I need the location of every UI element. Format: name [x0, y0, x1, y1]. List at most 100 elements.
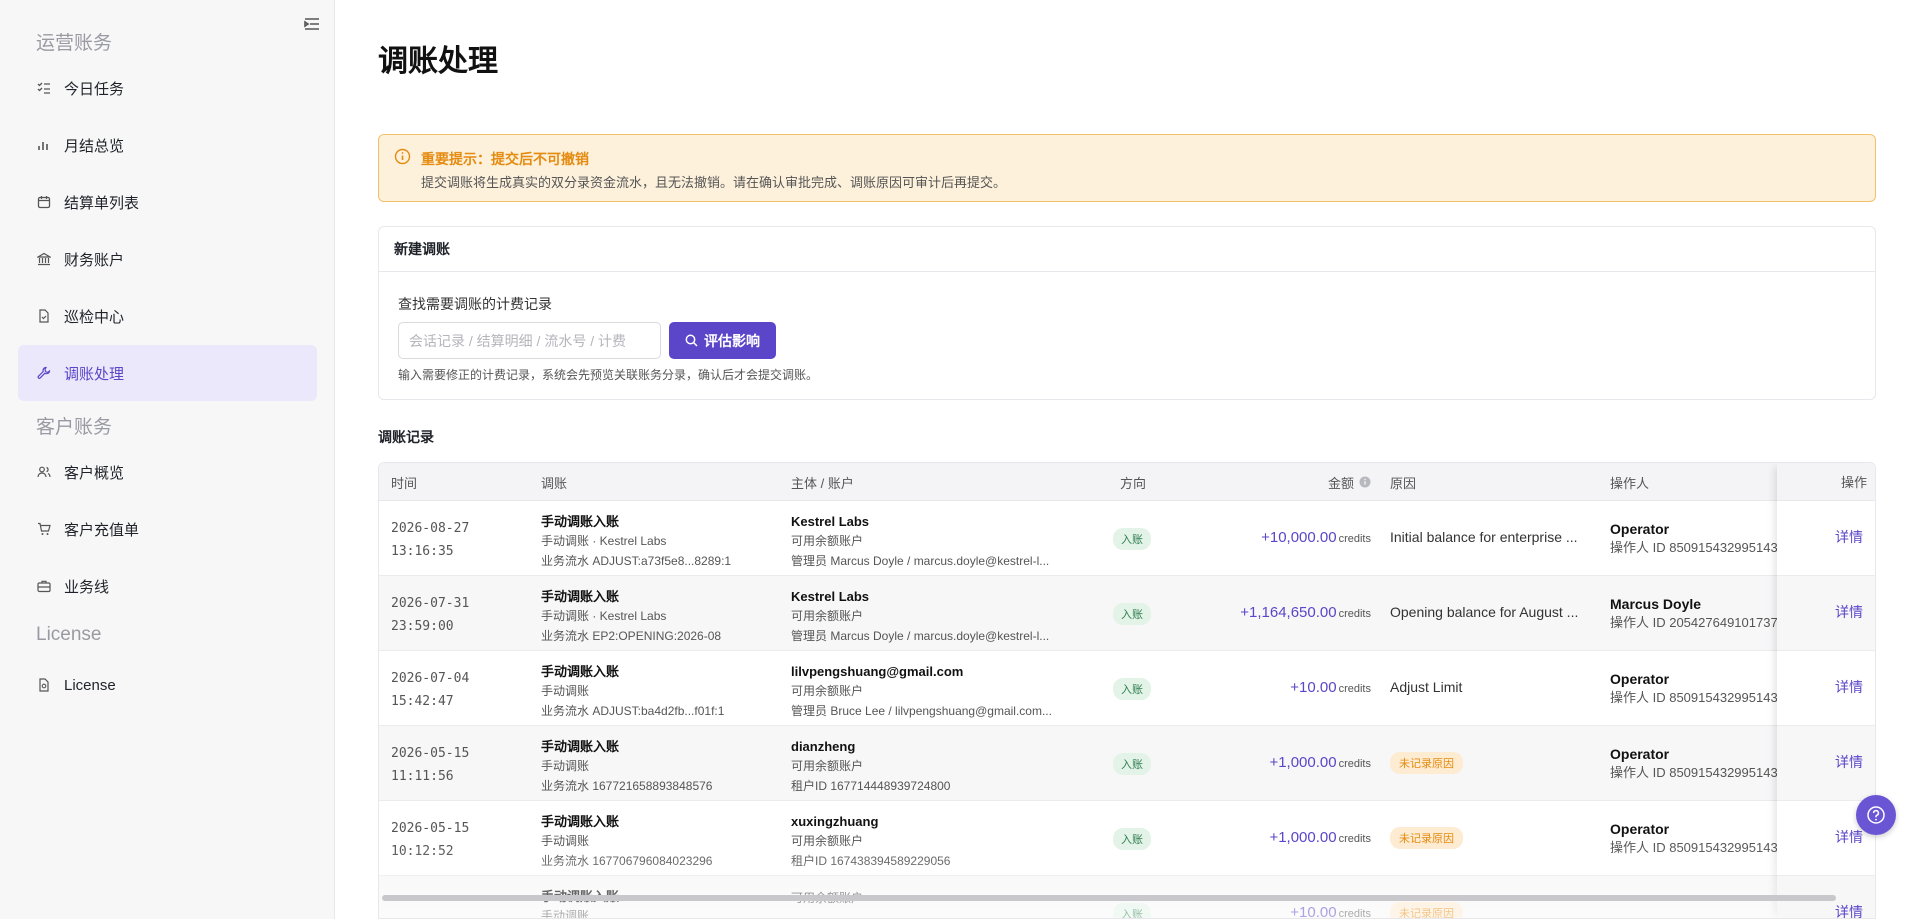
column-header-direction: 方向	[1120, 475, 1147, 491]
help-icon	[1866, 805, 1886, 825]
sidebar-item-label: 财务账户	[64, 251, 125, 269]
subject-cell: Kestrel Labs 可用余额账户 管理员 Marcus Doyle / mar…	[791, 589, 1050, 643]
table-row: 2026-08-27 13:16:35 手动调账入账 手动调账 · Kestrel …	[379, 501, 1875, 576]
time-cell: 2026-05-15 10:12:52	[391, 821, 470, 859]
adjustment-cell: 手动调账入账 手动调账 业务流水 167721658893848576	[541, 739, 713, 793]
search-icon	[685, 334, 698, 347]
adjustment-cell: 手动调账入账 手动调账 业务流水 167706796084023296	[541, 814, 713, 868]
details-link[interactable]: 详情	[1835, 527, 1863, 547]
table-header: 时间 调账 主体 / 账户 方向 金额 原因 操作人	[379, 463, 1875, 501]
info-circle-icon	[394, 148, 411, 170]
card-title: 新建调账	[379, 227, 1875, 272]
details-link[interactable]: 详情	[1835, 752, 1863, 772]
sidebar-item-business-lines[interactable]: 业务线	[18, 558, 317, 614]
amount-header-label: 金额	[1327, 475, 1354, 491]
sidebar-item-license[interactable]: License	[18, 657, 317, 713]
calendar-icon	[36, 194, 52, 210]
list-check-icon	[36, 80, 52, 96]
search-label: 查找需要调账的计费记录	[398, 296, 552, 312]
subject-cell: xuxingzhuang 可用余额账户 租户ID 16743839458922905…	[791, 814, 951, 868]
column-header-action: 操作	[1777, 463, 1875, 501]
amount-cell: +10,000.00 credits	[1261, 529, 1371, 546]
table-row: 2026-05-15 11:11:56 手动调账入账 手动调账 业务流水 167721…	[379, 726, 1875, 801]
column-header-adjustment: 调账	[541, 475, 568, 491]
direction-badge: 入账	[1113, 903, 1151, 918]
sidebar-item-label: 调账处理	[64, 365, 125, 383]
operator-cell: Marcus Doyle 操作人 ID 2054276491017379	[1610, 596, 1780, 630]
no-reason-badge: 未记录原因	[1390, 902, 1463, 918]
sidebar-item-label: 业务线	[64, 578, 110, 596]
direction-badge: 入账	[1113, 603, 1151, 625]
file-check-icon	[36, 308, 52, 324]
column-header-reason: 原因	[1390, 475, 1417, 491]
users-icon	[36, 464, 52, 480]
details-link[interactable]: 详情	[1835, 827, 1863, 847]
bar-chart-icon	[36, 137, 52, 153]
sidebar-item-customer-overview[interactable]: 客户概览	[18, 444, 317, 500]
warning-alert: 重要提示：提交后不可撤销 提交调账将生成真实的双分录资金流水，且无法撤销。请在确…	[378, 134, 1876, 202]
horizontal-scrollbar[interactable]	[382, 895, 1836, 901]
operator-cell: Operator 操作人 ID 8509154329951436	[1610, 671, 1780, 705]
adjustment-cell: 手动调账入账 手动调账 · Kestrel Labs 业务流水 ADJUST:a73…	[541, 514, 732, 568]
sidebar-item-label: 月结总览	[64, 137, 125, 155]
sidebar-item-statements[interactable]: 结算单列表	[18, 174, 317, 230]
license-file-icon	[36, 677, 52, 693]
sidebar-item-today-tasks[interactable]: 今日任务	[18, 60, 317, 116]
sidebar-item-adjustments[interactable]: 调账处理	[18, 345, 317, 401]
operator-cell: Operator 操作人 ID 8509154329951436	[1610, 746, 1780, 780]
sidebar-item-label: License	[64, 676, 116, 694]
reason-cell: Adjust Limit	[1390, 679, 1463, 695]
direction-badge: 入账	[1113, 528, 1151, 550]
subject-cell: lilvpengshuang@gmail.com 可用余额账户 管理员 Bruce …	[791, 664, 1052, 718]
alert-body: 提交调账将生成真实的双分录资金流水，且无法撤销。请在确认审批完成、调账原因可审计…	[421, 175, 1007, 190]
sidebar-item-label: 客户充值单	[64, 521, 140, 539]
direction-badge: 入账	[1113, 753, 1151, 775]
amount-cell: +10.00 credits	[1290, 679, 1371, 696]
reason-cell: Opening balance for August ...	[1390, 604, 1579, 620]
records-title: 调账记录	[378, 429, 434, 445]
amount-cell: +10.00 credits	[1290, 904, 1371, 919]
subject-cell: dianzheng 可用余额账户 租户ID 167714448939724800	[791, 739, 951, 793]
adjustment-records-table: 时间 调账 主体 / 账户 方向 金额 原因 操作人 2026-08-27 13:…	[378, 462, 1876, 919]
sidebar-item-label: 结算单列表	[64, 194, 140, 212]
amount-cell: +1,164,650.00 credits	[1240, 604, 1371, 621]
sidebar-item-finance-accounts[interactable]: 财务账户	[18, 231, 317, 287]
sidebar-item-label: 客户概览	[64, 464, 125, 482]
group-title-customer: 客户账务	[36, 417, 113, 438]
adjustment-cell: 手动调账入账 手动调账 业务流水 ADJUST:ba4d2fb...f01f:1	[541, 664, 725, 718]
operator-cell: Operator 操作人 ID 8509154329951436	[1610, 821, 1780, 855]
details-link[interactable]: 详情	[1835, 677, 1863, 697]
button-label: 评估影响	[704, 332, 760, 349]
sidebar-item-customer-topups[interactable]: 客户充值单	[18, 501, 317, 557]
time-cell: 2026-05-15 11:11:56	[391, 746, 470, 784]
time-cell: 2026-07-04 15:42:47	[391, 671, 470, 709]
amount-cell: +1,000.00 credits	[1269, 754, 1371, 771]
sidebar-item-inspection[interactable]: 巡检中心	[18, 288, 317, 344]
time-cell: 2026-07-31 23:59:00	[391, 596, 470, 634]
amount-cell: +1,000.00 credits	[1269, 829, 1371, 846]
details-link[interactable]: 详情	[1835, 902, 1863, 918]
details-link[interactable]: 详情	[1835, 602, 1863, 622]
help-button[interactable]	[1856, 795, 1896, 835]
sidebar-item-label: 今日任务	[64, 80, 125, 98]
operator-cell: Operator 操作人 ID 8509154329951436	[1610, 521, 1780, 555]
cart-icon	[36, 521, 52, 537]
direction-badge: 入账	[1113, 828, 1151, 850]
billing-record-search-input[interactable]	[398, 322, 661, 359]
new-adjustment-card: 新建调账 查找需要调账的计费记录 评估影响 输入需要修正的计费记录，系统会先预览…	[378, 226, 1876, 400]
sidebar-item-monthly-overview[interactable]: 月结总览	[18, 117, 317, 173]
column-header-time: 时间	[391, 475, 418, 491]
column-header-subject: 主体 / 账户	[791, 475, 854, 491]
group-title-license: License	[36, 624, 102, 645]
no-reason-badge: 未记录原因	[1390, 827, 1463, 849]
wrench-icon	[36, 365, 52, 381]
table-row: 2026-07-04 15:42:47 手动调账入账 手动调账 业务流水 ADJUST…	[379, 651, 1875, 726]
evaluate-impact-button[interactable]: 评估影响	[669, 322, 776, 359]
adjustment-cell: 手动调账入账手动调账	[541, 889, 619, 919]
briefcase-icon	[36, 578, 52, 594]
bank-icon	[36, 251, 52, 267]
adjustment-cell: 手动调账入账 手动调账 · Kestrel Labs 业务流水 EP2:OPENIN…	[541, 589, 722, 643]
info-icon[interactable]	[1359, 476, 1371, 488]
column-header-amount: 金额	[1179, 463, 1371, 501]
menu-collapse-icon[interactable]	[302, 14, 322, 34]
